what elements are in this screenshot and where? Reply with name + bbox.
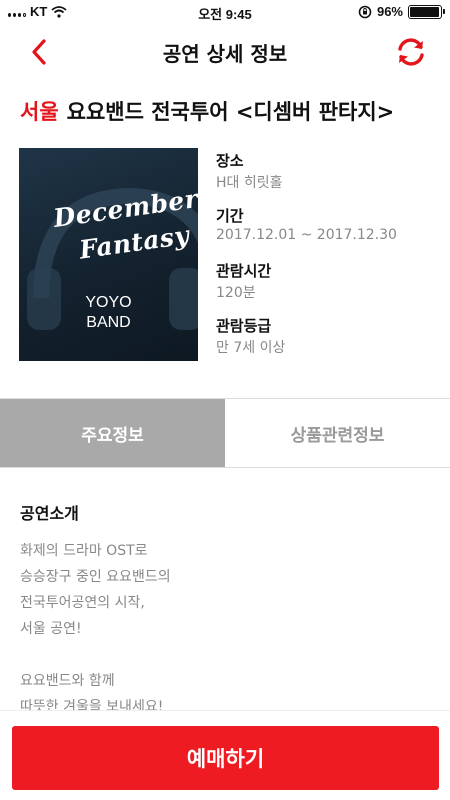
- info-value-runtime: 120분: [216, 285, 256, 301]
- show-name: 요요밴드 전국투어 <디셈버 판타지>: [66, 100, 395, 124]
- status-bar: KT 오전 9:45 96%: [0, 0, 450, 24]
- info-label-period: 기간: [216, 207, 244, 225]
- refresh-button[interactable]: [394, 35, 428, 69]
- page-title: 공연 상세 정보: [162, 42, 288, 66]
- info-label-rating: 관람등급: [216, 317, 272, 335]
- show-intro: 공연소개 화제의 드라마 OST로 승승장구 중인 요요밴드의 전국투어공연의 …: [20, 500, 430, 720]
- info-label-venue: 장소: [216, 152, 244, 170]
- info-label-runtime: 관람시간: [216, 262, 272, 280]
- tab-main-info[interactable]: 주요정보: [0, 399, 225, 467]
- tab-product-info[interactable]: 상품관련정보: [225, 399, 450, 467]
- poster-image: December Fantasy YOYO BAND: [19, 148, 198, 361]
- show-title: 서울 요요밴드 전국투어 <디셈버 판타지>: [20, 96, 440, 126]
- orientation-lock-icon: [358, 5, 372, 18]
- battery-percent: 96%: [376, 4, 403, 19]
- intro-line: 요요밴드와 함께: [20, 673, 115, 689]
- battery-icon: [408, 4, 445, 19]
- intro-line: 승승장구 중인 요요밴드의: [20, 569, 171, 585]
- info-value-venue: H대 히릿홀: [216, 175, 283, 191]
- refresh-icon: [398, 38, 424, 66]
- show-city: 서울: [20, 100, 59, 124]
- detail-tabs: 주요정보 상품관련정보: [0, 398, 450, 468]
- info-value-period: 2017.12.01 ~ 2017.12.30: [216, 227, 397, 243]
- intro-line: 전국투어공연의 시작,: [20, 595, 145, 611]
- show-info: 장소 H대 히릿홀 기간 2017.12.01 ~ 2017.12.30 관람시…: [216, 150, 436, 370]
- intro-paragraph-1: 화제의 드라마 OST로 승승장구 중인 요요밴드의 전국투어공연의 시작, 서…: [20, 538, 430, 642]
- info-value-rating: 만 7세 이상: [216, 340, 286, 356]
- intro-line: 서울 공연!: [20, 621, 82, 637]
- bottom-bar: 예매하기: [0, 710, 450, 800]
- poster-band-line2: BAND: [86, 314, 131, 331]
- poster-band-line1: YOYO: [85, 294, 132, 311]
- intro-heading: 공연소개: [20, 504, 79, 523]
- app-header: 공연 상세 정보: [0, 24, 450, 80]
- intro-line: 화제의 드라마 OST로: [20, 543, 148, 559]
- book-button[interactable]: 예매하기: [12, 726, 439, 790]
